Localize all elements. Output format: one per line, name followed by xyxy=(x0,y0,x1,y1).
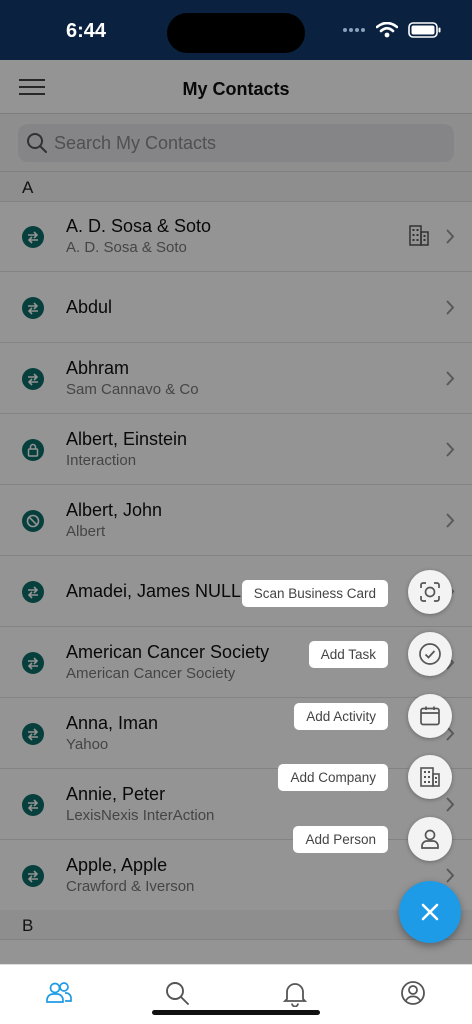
tab-contacts-icon[interactable] xyxy=(45,979,73,1007)
dynamic-island xyxy=(167,13,305,53)
add-company-button[interactable] xyxy=(408,755,452,799)
contacts-screen: My Contacts A A. D. Sosa & Soto A. D. So… xyxy=(0,60,472,964)
add-task-button[interactable] xyxy=(408,632,452,676)
person-icon xyxy=(421,829,439,849)
add-activity-button[interactable] xyxy=(408,694,452,738)
signal-icon xyxy=(343,28,365,32)
add-activity-label[interactable]: Add Activity xyxy=(294,703,388,730)
wifi-icon xyxy=(376,22,398,38)
tab-search-icon[interactable] xyxy=(163,979,191,1007)
status-bar: 6:44 xyxy=(0,0,472,60)
tab-bar xyxy=(0,964,472,1024)
add-person-label[interactable]: Add Person xyxy=(293,826,388,853)
building-icon xyxy=(420,767,440,787)
tab-notifications-bell-icon[interactable] xyxy=(281,979,309,1007)
home-indicator[interactable] xyxy=(152,1010,320,1015)
scan-business-card-label[interactable]: Scan Business Card xyxy=(241,580,388,607)
tab-profile-icon[interactable] xyxy=(399,979,427,1007)
fab-menu-backdrop[interactable] xyxy=(0,60,472,964)
close-icon xyxy=(421,903,439,921)
battery-icon xyxy=(408,22,441,38)
add-company-label[interactable]: Add Company xyxy=(278,764,388,791)
check-circle-icon xyxy=(419,643,441,665)
clock: 6:44 xyxy=(66,20,107,42)
scan-business-card-button[interactable] xyxy=(408,570,452,614)
close-fab-button[interactable] xyxy=(399,881,461,943)
add-task-label[interactable]: Add Task xyxy=(308,641,388,668)
add-person-button[interactable] xyxy=(408,817,452,861)
scan-frame-icon xyxy=(420,582,440,602)
calendar-icon xyxy=(420,706,440,726)
status-icons xyxy=(342,22,442,38)
